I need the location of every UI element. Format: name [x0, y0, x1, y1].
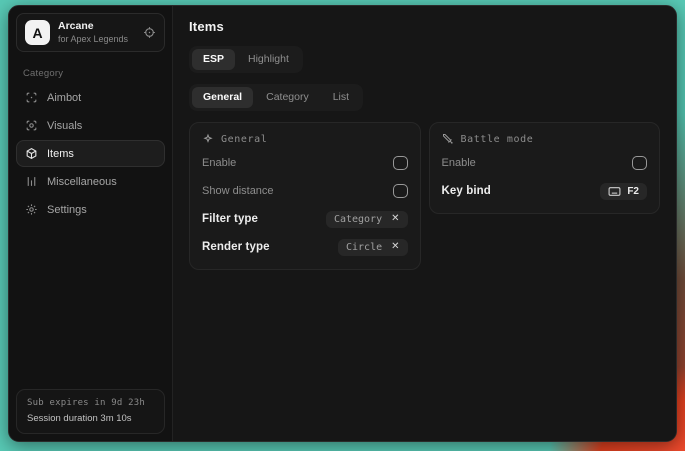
clear-icon[interactable]: ✕ — [391, 214, 399, 224]
columns-icon — [25, 175, 38, 188]
panels-row: General Enable Show distance Filter type… — [189, 122, 660, 270]
render-type-select[interactable]: Circle ✕ — [338, 239, 408, 256]
show-distance-checkbox[interactable] — [393, 184, 408, 198]
brand-card: A Arcane for Apex Legends — [16, 13, 165, 52]
setting-row-show-distance: Show distance — [202, 181, 408, 201]
battle-enable-checkbox[interactable] — [632, 156, 647, 170]
sidebar-section-label: Category — [23, 68, 165, 79]
app-name: Arcane — [58, 20, 135, 33]
sidebar-item-aimbot[interactable]: Aimbot — [16, 84, 165, 111]
sidebar-nav: Aimbot Visuals Items — [16, 84, 165, 223]
app-window: A Arcane for Apex Legends Category — [8, 5, 677, 442]
setting-row-key-bind: Key bind F2 — [442, 181, 648, 201]
setting-row-enable: Enable — [442, 153, 648, 173]
sidebar: A Arcane for Apex Legends Category — [9, 6, 173, 441]
tab-highlight[interactable]: Highlight — [237, 49, 300, 70]
sidebar-item-label: Visuals — [47, 120, 82, 132]
battle-mode-panel: Battle mode Enable Key bind — [429, 122, 661, 214]
target-icon[interactable] — [143, 26, 156, 39]
sidebar-item-label: Settings — [47, 204, 87, 216]
scan-eye-icon — [25, 119, 38, 132]
sidebar-item-miscellaneous[interactable]: Miscellaneous — [16, 168, 165, 195]
sidebar-item-settings[interactable]: Settings — [16, 196, 165, 223]
keyboard-icon — [608, 186, 621, 197]
page-title: Items — [189, 19, 660, 34]
setting-row-render-type: Render type Circle ✕ — [202, 237, 408, 257]
sidebar-item-visuals[interactable]: Visuals — [16, 112, 165, 139]
sparkle-icon — [202, 133, 214, 145]
setting-row-filter-type: Filter type Category ✕ — [202, 209, 408, 229]
tab-esp[interactable]: ESP — [192, 49, 235, 70]
sidebar-item-label: Miscellaneous — [47, 176, 117, 188]
sidebar-item-items[interactable]: Items — [16, 140, 165, 167]
enable-checkbox[interactable] — [393, 156, 408, 170]
app-subtitle: for Apex Legends — [58, 33, 135, 45]
tab-general[interactable]: General — [192, 87, 253, 108]
clear-icon[interactable]: ✕ — [391, 242, 399, 252]
keybind-button[interactable]: F2 — [600, 183, 647, 200]
sidebar-item-label: Aimbot — [47, 92, 81, 104]
subscription-card: Sub expires in 9d 23h Session duration 3… — [16, 389, 165, 434]
panel-title: General — [221, 134, 267, 145]
filter-type-select[interactable]: Category ✕ — [326, 211, 408, 228]
sidebar-item-label: Items — [47, 148, 74, 160]
session-duration-text: Session duration 3m 10s — [27, 412, 154, 425]
package-icon — [25, 147, 38, 160]
panel-title: Battle mode — [461, 134, 534, 145]
gear-icon — [25, 203, 38, 216]
mode-tabbar: ESP Highlight — [189, 46, 303, 73]
tab-category[interactable]: Category — [255, 87, 320, 108]
tab-list[interactable]: List — [322, 87, 360, 108]
setting-row-enable: Enable — [202, 153, 408, 173]
app-logo: A — [25, 20, 50, 45]
sword-icon — [442, 133, 454, 145]
crosshair-icon — [25, 91, 38, 104]
view-tabbar: General Category List — [189, 84, 363, 111]
main-content: Items ESP Highlight General Category Lis… — [173, 6, 676, 441]
general-panel: General Enable Show distance Filter type… — [189, 122, 421, 270]
sub-expires-text: Sub expires in 9d 23h — [27, 397, 154, 410]
keybind-value: F2 — [627, 186, 639, 197]
